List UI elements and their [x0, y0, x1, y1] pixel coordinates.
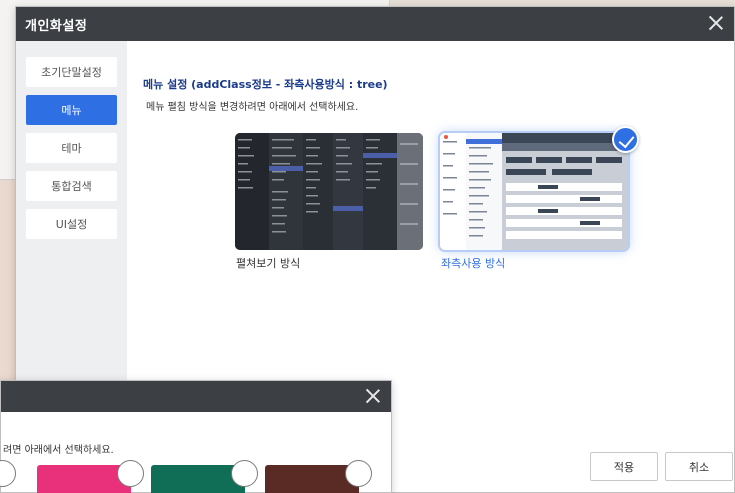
sidebar-item-initial-device[interactable]: 초기단말설정	[26, 57, 117, 87]
dialog2-header	[1, 381, 391, 412]
swatch-radio-circle[interactable]	[345, 460, 372, 487]
swatch-radio-circle[interactable]	[231, 460, 258, 487]
dialog2-description: 려면 아래에서 선택하세요.	[3, 445, 114, 456]
sidebar-item-integrated-search[interactable]: 통합검색	[26, 171, 117, 201]
option-expanded-view-label: 펼쳐보기 방식	[236, 257, 301, 270]
left-side-view-thumbnail	[440, 133, 628, 250]
expanded-view-thumbnail	[235, 133, 423, 250]
sidebar-item-theme[interactable]: 테마	[26, 133, 117, 163]
swatch-radio-circle[interactable]	[117, 460, 144, 487]
sidebar-item-ui-settings[interactable]: UI설정	[26, 209, 117, 239]
background-edge	[0, 180, 16, 380]
theme-dialog-fragment: 려면 아래에서 선택하세요.	[0, 380, 392, 493]
option-left-side-view[interactable]	[440, 133, 628, 250]
section-description: 메뉴 펼침 방식을 변경하려면 아래에서 선택하세요.	[146, 102, 359, 113]
selected-check-icon	[612, 126, 639, 153]
section-title: 메뉴 설정 (addClass정보 - 좌측사용방식 : tree)	[143, 78, 388, 91]
close-icon[interactable]	[365, 388, 381, 404]
dialog-title: 개인화설정	[25, 18, 88, 34]
close-icon[interactable]	[708, 15, 724, 31]
apply-button[interactable]: 적용	[590, 452, 658, 481]
cancel-button[interactable]: 취소	[665, 452, 733, 481]
sidebar-item-menu[interactable]: 메뉴	[26, 95, 117, 125]
dialog-header: 개인화설정	[16, 7, 734, 41]
option-expanded-view[interactable]	[235, 133, 423, 250]
option-left-side-view-label: 좌측사용 방식	[441, 257, 506, 270]
swatch-radio-circle[interactable]	[0, 460, 16, 487]
